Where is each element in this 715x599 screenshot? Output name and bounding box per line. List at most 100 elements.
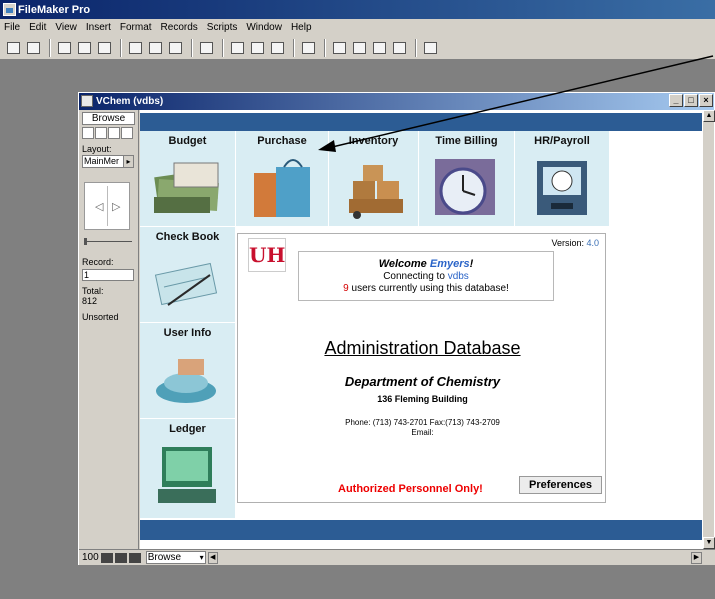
welcome-heading: Welcome Emyers!: [299, 258, 553, 270]
help-icon[interactable]: [421, 39, 438, 56]
nav-inventory-label: Inventory: [348, 135, 399, 147]
nav-purchase-button[interactable]: Purchase: [236, 131, 329, 227]
menu-records[interactable]: Records: [161, 22, 198, 33]
zoom-out-icon[interactable]: [100, 552, 113, 563]
menu-file[interactable]: File: [4, 22, 20, 33]
cut-icon[interactable]: [126, 39, 143, 56]
toolbar-separator: [191, 38, 192, 57]
sort-status: Unsorted: [82, 312, 119, 322]
record-slider[interactable]: [84, 238, 132, 245]
maximize-button[interactable]: □: [684, 94, 698, 107]
scroll-down-icon[interactable]: ▼: [703, 537, 715, 549]
value-lists-icon[interactable]: [370, 39, 387, 56]
welcome-prefix: Welcome: [378, 258, 427, 270]
find-icon[interactable]: [268, 39, 285, 56]
browse-mode-icon[interactable]: [82, 127, 94, 139]
relationships-icon[interactable]: [350, 39, 367, 56]
nav-ledger-label: Ledger: [169, 423, 206, 435]
welcome-panel: UH Version: 4.0 Welcome Emyers! Connecti…: [237, 233, 606, 503]
menu-edit[interactable]: Edit: [29, 22, 46, 33]
layout-dropdown[interactable]: MainMer: [82, 155, 134, 168]
save-icon[interactable]: [55, 39, 72, 56]
nav-hr-payroll-label: HR/Payroll: [534, 135, 590, 147]
nav-budget-button[interactable]: Budget: [140, 131, 236, 227]
minimize-button[interactable]: _: [669, 94, 683, 107]
zoom-in-icon[interactable]: [114, 552, 127, 563]
toolbar: [0, 36, 715, 60]
scroll-up-icon[interactable]: ▲: [703, 110, 715, 122]
menu-format[interactable]: Format: [120, 22, 152, 33]
mode-dropdown[interactable]: Browse: [145, 551, 206, 564]
toolbar-separator: [120, 38, 121, 57]
status-area: Browse Layout: MainMer ◁ ▷ Record: 1 Tot…: [79, 110, 139, 549]
welcome-suffix: !: [469, 258, 474, 270]
record-label: Record:: [82, 257, 114, 267]
toolbar-separator: [415, 38, 416, 57]
authorized-notice: Authorized Personnel Only!: [338, 483, 483, 495]
nav-ledger-button[interactable]: Ledger: [140, 419, 236, 519]
delete-record-icon[interactable]: [248, 39, 265, 56]
menu-insert[interactable]: Insert: [86, 22, 111, 33]
connection-line: Connecting to vdbs: [299, 271, 553, 282]
close-button[interactable]: ×: [699, 94, 713, 107]
previous-record-icon[interactable]: ◁: [95, 200, 103, 213]
window-controls: _ □ ×: [668, 94, 713, 107]
window-title: VChem (vdbs): [96, 96, 164, 107]
nav-user-info-label: User Info: [163, 327, 212, 339]
spellcheck-icon[interactable]: [95, 39, 112, 56]
record-book-icon[interactable]: ◁ ▷: [84, 182, 130, 230]
phone-fax: Phone: (713) 743-2701 Fax:(713) 743-2709: [345, 418, 500, 427]
toolbar-separator: [293, 38, 294, 57]
total-label: Total:: [82, 286, 104, 296]
app-title: FileMaker Pro: [18, 3, 91, 16]
version-value: 4.0: [586, 238, 599, 248]
status-area-toggle-icon[interactable]: [128, 552, 141, 563]
users-suffix: users currently using this database!: [351, 283, 509, 294]
document-icon: [81, 95, 93, 107]
define-fields-icon[interactable]: [330, 39, 347, 56]
shopping-bag-icon: [254, 159, 310, 217]
scroll-right-icon[interactable]: ▶: [691, 552, 702, 564]
scroll-left-icon[interactable]: ◀: [207, 551, 218, 564]
time-clock-icon: [537, 161, 587, 215]
nav-check-book-button[interactable]: Check Book: [140, 227, 236, 323]
preview-mode-icon[interactable]: [121, 127, 133, 139]
layout-mode-icon[interactable]: [108, 127, 120, 139]
menu-view[interactable]: View: [55, 22, 77, 33]
copy-icon[interactable]: [146, 39, 163, 56]
app-titlebar: FileMaker Pro: [0, 0, 715, 19]
undo-icon[interactable]: [197, 39, 214, 56]
window-titlebar[interactable]: VChem (vdbs) _ □ ×: [79, 93, 714, 110]
users-line: 9 users currently using this database!: [299, 283, 553, 294]
next-record-icon[interactable]: ▷: [112, 200, 120, 213]
computer-ledger-icon: [158, 447, 216, 503]
find-mode-icon[interactable]: [95, 127, 107, 139]
menu-window[interactable]: Window: [246, 22, 282, 33]
new-file-icon[interactable]: [4, 39, 21, 56]
nav-inventory-button[interactable]: Inventory: [329, 131, 419, 227]
open-file-icon[interactable]: [24, 39, 41, 56]
nav-hr-payroll-button[interactable]: HR/Payroll: [515, 131, 610, 227]
user-count: 9: [343, 283, 349, 294]
nav-user-info-button[interactable]: User Info: [140, 323, 236, 419]
record-number-field[interactable]: 1: [82, 269, 134, 281]
vertical-scrollbar[interactable]: ▲ ▼: [702, 110, 715, 549]
print-icon[interactable]: [75, 39, 92, 56]
mouse-pad-icon: [156, 359, 216, 403]
footer-band: [140, 520, 703, 540]
scriptmaker-icon[interactable]: [390, 39, 407, 56]
connecting-prefix: Connecting to: [383, 271, 445, 282]
toolbar-separator: [49, 38, 50, 57]
menu-help[interactable]: Help: [291, 22, 312, 33]
paste-icon[interactable]: [166, 39, 183, 56]
preferences-button[interactable]: Preferences: [519, 476, 602, 494]
menubar: File Edit View Insert Format Records Scr…: [0, 19, 715, 36]
new-record-icon[interactable]: [228, 39, 245, 56]
zoom-level[interactable]: 100: [82, 552, 99, 563]
nav-time-billing-button[interactable]: Time Billing: [419, 131, 515, 227]
version-label: Version:: [551, 238, 584, 248]
sort-icon[interactable]: [299, 39, 316, 56]
menu-scripts[interactable]: Scripts: [207, 22, 238, 33]
clock-icon: [435, 159, 495, 215]
money-icon: [154, 162, 219, 213]
